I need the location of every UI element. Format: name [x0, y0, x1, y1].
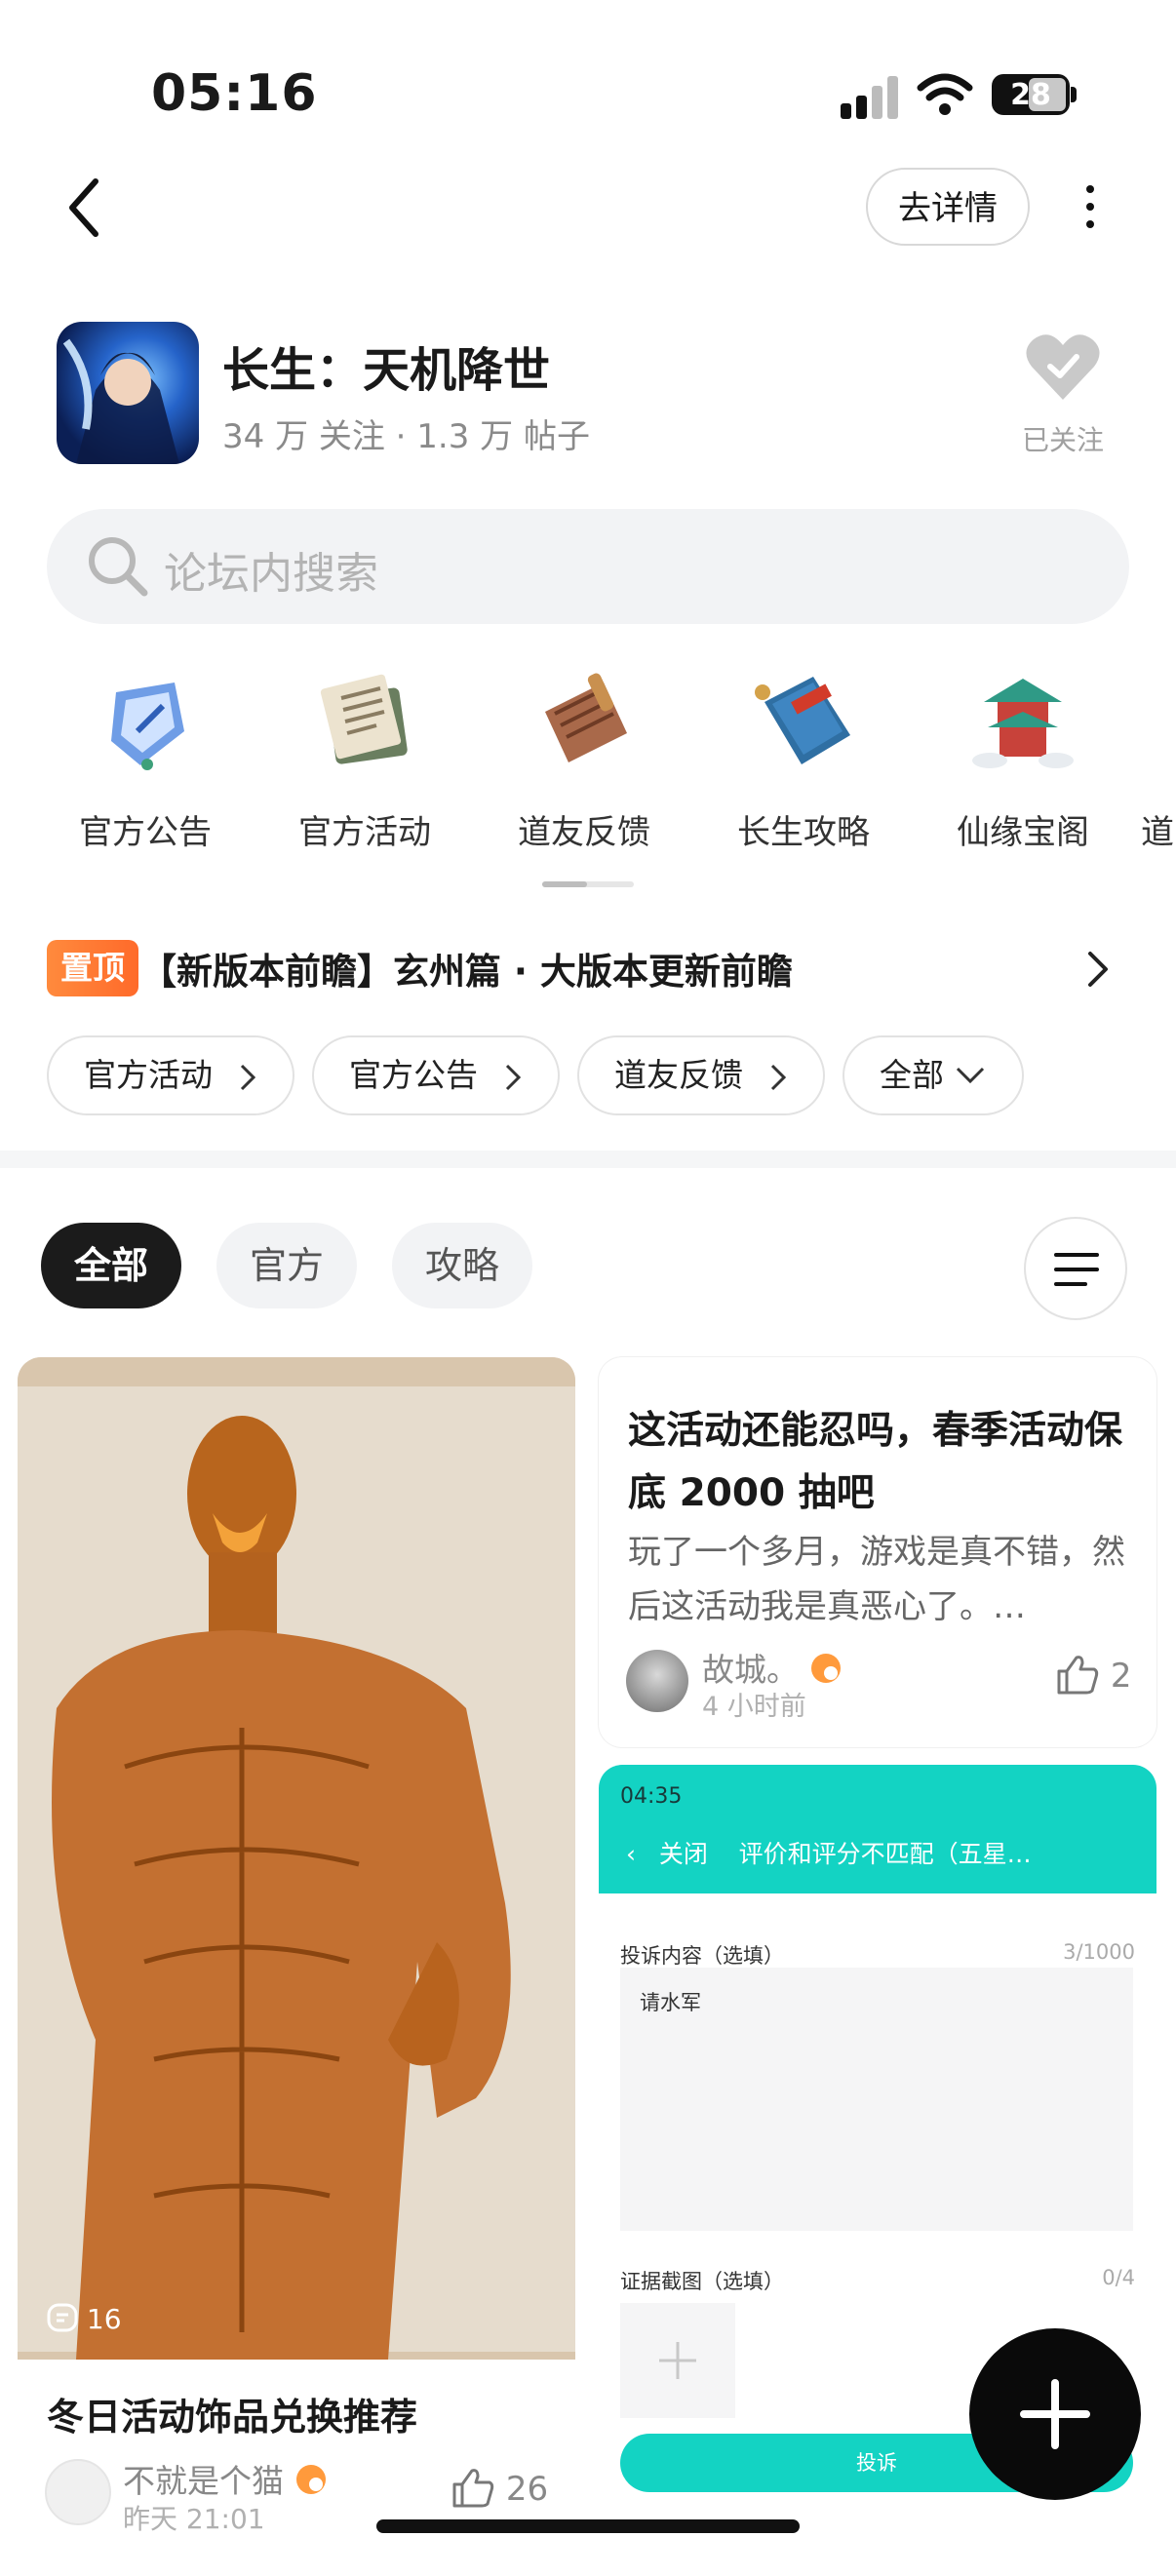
search-input[interactable]: 论坛内搜索	[47, 509, 1129, 624]
chevron-left-icon: ‹	[626, 1840, 636, 1868]
shield-icon	[111, 683, 184, 770]
screenshot-content-count: 3/1000	[1063, 1940, 1135, 1964]
follow-button[interactable]: 已关注	[1004, 332, 1121, 458]
pinned-badge: 置顶	[47, 940, 138, 996]
post-time: 4 小时前	[702, 1692, 806, 1722]
post-time: 昨天 21:01	[123, 2503, 265, 2535]
comment-count: 16	[47, 2303, 122, 2335]
category-scroll-indicator	[542, 881, 634, 887]
category-official-activity[interactable]: 官方活动	[262, 663, 457, 858]
screenshot-nav: ‹ 关闭 评价和评分不匹配（五星…	[626, 1835, 1032, 1870]
chip-label: 官方活动	[84, 1056, 213, 1094]
category-label: 官方活动	[298, 813, 431, 852]
screenshot-header: 04:35 ‹ 关闭 评价和评分不匹配（五星…	[599, 1765, 1156, 1893]
chevron-down-icon	[956, 1067, 985, 1084]
wifi-icon	[917, 73, 973, 115]
post-author[interactable]: 不就是个猫	[123, 2455, 328, 2502]
battery-level: 28	[1010, 78, 1051, 112]
category-official-announcement[interactable]: 官方公告	[43, 663, 238, 858]
chevron-right-icon	[240, 1064, 256, 1091]
post-excerpt: 玩了一个多月，游戏是真不错，然后这活动我是真恶心了。…	[628, 1533, 1125, 1626]
chevron-right-icon	[770, 1064, 787, 1091]
post-card[interactable]: 这活动还能忍吗，春季活动保底 2000 抽吧 玩了一个多月，游戏是真不错，然后这…	[599, 1357, 1156, 1747]
post-image: 16	[18, 1357, 575, 2360]
detail-button[interactable]: 去详情	[866, 168, 1030, 246]
pavilion-icon	[972, 679, 1074, 768]
screenshot-add-image	[620, 2303, 735, 2418]
chip-all-dropdown[interactable]: 全部	[843, 1035, 1024, 1115]
category-feedback[interactable]: 道友反馈	[482, 663, 677, 858]
like-count: 26	[505, 2470, 549, 2509]
level-badge-icon	[295, 2465, 326, 2494]
avatar[interactable]	[45, 2459, 111, 2525]
status-time: 05:16	[151, 64, 318, 123]
like-button[interactable]: 26	[451, 2467, 548, 2509]
tab-all[interactable]: 全部	[41, 1223, 181, 1308]
screenshot-content-text: 请水军	[640, 1991, 701, 2014]
plus-icon	[1020, 2379, 1090, 2449]
menu-lines-icon	[1054, 1253, 1099, 1286]
tab-guide[interactable]: 攻略	[392, 1223, 532, 1308]
chip-label: 全部	[880, 1056, 944, 1094]
plus-icon	[659, 2342, 696, 2379]
home-indicator[interactable]	[376, 2519, 800, 2533]
forum-stats: 34 万 关注 · 1.3 万 帖子	[222, 417, 590, 456]
chip-label: 道友反馈	[614, 1056, 743, 1094]
like-button[interactable]: 2	[1055, 1654, 1131, 1696]
post-title: 这活动还能忍吗，春季活动保底 2000 抽吧	[628, 1409, 1123, 1515]
category-label: 官方公告	[79, 813, 212, 852]
pinned-post-title[interactable]: 【新版本前瞻】玄州篇 · 大版本更新前瞻	[140, 942, 793, 995]
avatar[interactable]	[626, 1650, 688, 1712]
category-label: 长生攻略	[737, 813, 870, 852]
follow-label: 已关注	[1021, 424, 1104, 456]
category-label: 道	[1141, 813, 1174, 852]
comment-icon	[47, 2303, 78, 2332]
chip-official-announcement[interactable]: 官方公告	[312, 1035, 560, 1115]
letter-scroll-icon	[545, 673, 627, 762]
book-icon	[755, 677, 850, 764]
post-author[interactable]: 故城。	[702, 1644, 843, 1691]
cellular-signal-icon	[841, 76, 899, 119]
screenshot-evidence-label: 证据截图（选填）	[620, 2270, 784, 2293]
chip-feedback[interactable]: 道友反馈	[577, 1035, 825, 1115]
screenshot-close: 关闭	[658, 1840, 708, 1868]
author-name: 不就是个猫	[123, 2462, 284, 2500]
screenshot-title: 评价和评分不匹配（五星…	[738, 1840, 1032, 1868]
screenshot-time: 04:35	[620, 1784, 683, 1809]
comment-count-value: 16	[86, 2303, 122, 2335]
battery-icon: 28	[992, 74, 1070, 115]
battery-tip	[1071, 87, 1077, 102]
thumb-up-icon	[452, 2469, 494, 2508]
search-placeholder: 论坛内搜索	[164, 549, 378, 599]
post-title: 冬日活动饰品兑换推荐	[47, 2396, 418, 2439]
screenshot-content-box: 请水军	[620, 1968, 1133, 2231]
tab-official[interactable]: 官方	[216, 1223, 357, 1308]
screenshot-content-label: 投诉内容（选填）	[620, 1944, 784, 1968]
category-label: 道友反馈	[518, 813, 650, 852]
forum-title: 长生：天机降世	[222, 343, 551, 398]
game-logo[interactable]	[57, 322, 199, 464]
chip-official-activity[interactable]: 官方活动	[47, 1035, 294, 1115]
chevron-right-icon	[505, 1064, 522, 1091]
like-count: 2	[1110, 1657, 1132, 1696]
chevron-right-icon[interactable]	[1082, 948, 1112, 991]
thumb-up-icon	[1057, 1656, 1099, 1695]
author-name: 故城。	[702, 1651, 799, 1689]
chip-label: 官方公告	[349, 1056, 478, 1094]
category-guide[interactable]: 长生攻略	[701, 663, 896, 858]
search-icon	[89, 537, 148, 597]
section-divider	[0, 1151, 1176, 1168]
scroll-document-icon	[320, 674, 408, 764]
filter-button[interactable]	[1024, 1217, 1127, 1320]
more-options-icon[interactable]	[1073, 181, 1108, 232]
level-badge-icon	[810, 1654, 841, 1683]
create-post-button[interactable]	[969, 2328, 1141, 2500]
heart-check-icon	[1026, 334, 1100, 400]
back-icon[interactable]	[60, 174, 109, 242]
post-card[interactable]: 16 冬日活动饰品兑换推荐 不就是个猫 昨天 21:01 26	[18, 1357, 575, 2576]
category-more[interactable]: 道	[1077, 663, 1176, 858]
screenshot-evidence-count: 0/4	[1102, 2266, 1135, 2289]
